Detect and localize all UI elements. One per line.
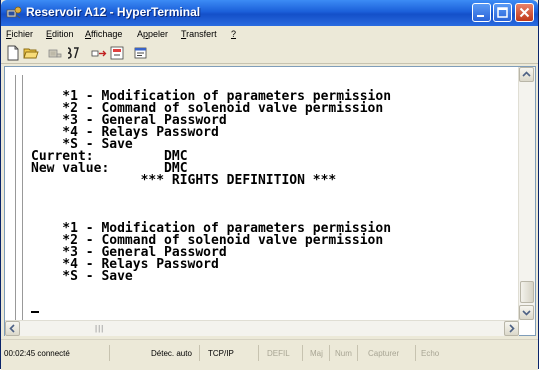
- open-icon[interactable]: [23, 45, 39, 61]
- hyperterminal-app-icon: [6, 6, 22, 19]
- menu-transfert-label: ransfert: [186, 29, 217, 39]
- scroll-left-icon: [9, 324, 15, 333]
- maximize-icon: [497, 7, 508, 18]
- menu-fichier-label: ichier: [11, 29, 34, 39]
- window-title: Reservoir A12 - HyperTerminal: [26, 5, 201, 19]
- terminal-left-margin: [15, 75, 23, 320]
- close-icon: [519, 7, 530, 18]
- protocol: TCP/IP: [208, 349, 234, 358]
- scroll-lock-indicator: DEFIL: [267, 349, 290, 358]
- scroll-down-button[interactable]: [519, 305, 534, 320]
- terminal-line: *S - Save: [31, 269, 133, 284]
- caps-lock-indicator: Maj: [310, 349, 323, 358]
- status-separator: [415, 345, 416, 361]
- menu-help-label: ?: [231, 29, 237, 39]
- echo-indicator: Echo: [421, 349, 440, 358]
- status-separator: [258, 345, 259, 361]
- detect-mode: Détec. auto: [151, 349, 192, 358]
- terminal-screen[interactable]: *1 - Modification of parameters permissi…: [7, 67, 520, 320]
- minimize-button[interactable]: [472, 3, 491, 22]
- receive-icon[interactable]: [109, 45, 125, 61]
- menu-bar: Fichier Edition Affichage Appeler Transf…: [1, 26, 538, 43]
- status-separator: [109, 345, 110, 361]
- title-bar[interactable]: Reservoir A12 - HyperTerminal: [1, 0, 538, 26]
- scroll-up-button[interactable]: [519, 67, 534, 82]
- status-separator: [329, 345, 330, 361]
- menu-edition-label: dition: [52, 29, 74, 39]
- menu-help[interactable]: ?: [231, 29, 236, 39]
- disconnect-icon[interactable]: [47, 45, 63, 61]
- menu-fichier[interactable]: Fichier: [6, 29, 33, 39]
- scroll-down-icon: [522, 310, 531, 316]
- scroll-right-button[interactable]: [504, 321, 519, 336]
- new-icon[interactable]: [5, 45, 21, 61]
- menu-edition[interactable]: Edition: [46, 29, 74, 39]
- status-separator: [357, 345, 358, 361]
- status-bar: 00:02:45 connecté Détec. auto TCP/IP DEF…: [1, 339, 538, 370]
- maximize-button[interactable]: [493, 3, 512, 22]
- menu-transfert[interactable]: Transfert: [181, 29, 217, 39]
- minimize-icon: [477, 15, 484, 17]
- hyperterminal-window: Reservoir A12 - HyperTerminal Fichier Ed…: [0, 0, 539, 370]
- horizontal-scrollbar[interactable]: |||: [5, 320, 519, 336]
- scroll-right-icon: [509, 324, 515, 333]
- status-separator: [199, 345, 200, 361]
- scroll-up-icon: [522, 71, 531, 77]
- menu-affichage[interactable]: Affichage: [85, 29, 122, 39]
- capture-indicator: Capturer: [368, 349, 400, 358]
- terminal-area[interactable]: *1 - Modification of parameters permissi…: [4, 66, 536, 336]
- vertical-scrollbar[interactable]: [518, 67, 535, 320]
- connection-time: 00:02:45 connecté: [4, 349, 70, 358]
- menu-appeler-label: peler: [148, 29, 169, 39]
- horizontal-scroll-grip[interactable]: |||: [95, 324, 104, 333]
- properties-icon[interactable]: [133, 45, 149, 61]
- send-icon[interactable]: [91, 45, 107, 61]
- dial-icon[interactable]: [65, 45, 81, 61]
- terminal-line: *** RIGHTS DEFINITION ***: [31, 173, 337, 188]
- menu-appeler[interactable]: Appeler: [137, 29, 168, 39]
- vertical-scroll-thumb[interactable]: [520, 281, 534, 303]
- close-button[interactable]: [515, 3, 534, 22]
- num-lock-indicator: Num: [335, 349, 352, 358]
- toolbar: [1, 43, 538, 64]
- status-separator: [302, 345, 303, 361]
- menu-affichage-label: ffichage: [91, 29, 123, 39]
- scroll-left-button[interactable]: [5, 321, 20, 336]
- terminal-cursor: [31, 311, 39, 313]
